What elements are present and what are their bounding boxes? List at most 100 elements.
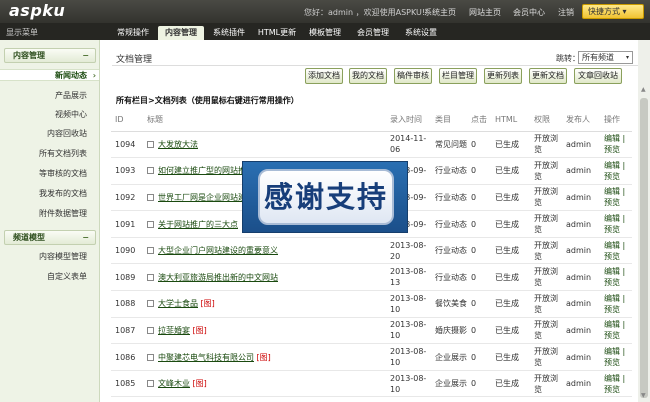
edit-preview-links[interactable]: 编辑 | 预览 (604, 374, 625, 394)
row-checkbox[interactable] (147, 353, 154, 361)
edit-preview-links[interactable]: 编辑 | 预览 (604, 267, 625, 287)
article-recycle-button[interactable]: 文章回收站 (574, 68, 622, 84)
sidebar-item-news[interactable]: 新闻动态 › (0, 69, 99, 81)
tab-routine[interactable]: 常规操作 (110, 26, 156, 40)
table-row[interactable]: 1085 文峰木业 [图] 2013-08-10 企业展示 0 已生成 开放浏览… (111, 370, 632, 398)
row-ops[interactable]: 编辑 | 预览 (600, 343, 632, 371)
logout-link[interactable]: 注销 (558, 7, 574, 18)
sidebar-item-videos[interactable]: 视频中心 (0, 109, 99, 121)
scroll-down-icon[interactable]: ▼ (641, 392, 646, 399)
row-author: admin (562, 317, 600, 345)
tab-content-manage[interactable]: 内容管理 (158, 26, 204, 40)
shortcut-button[interactable]: 快捷方式 ▾ (582, 4, 644, 19)
row-clicks: 0 (467, 131, 491, 159)
column-manage-button[interactable]: 栏目管理 (439, 68, 477, 84)
edit-preview-links[interactable]: 编辑 | 预览 (604, 214, 625, 234)
sidebar-item-attachments[interactable]: 附件数据管理 (0, 208, 99, 220)
row-ops[interactable]: 编辑 | 预览 (600, 210, 632, 238)
row-checkbox[interactable] (147, 220, 154, 228)
row-ops[interactable]: 编辑 | 预览 (600, 237, 632, 265)
system-home-link[interactable]: 系统主页 (424, 7, 456, 18)
row-title-link[interactable]: 大发放大法 (158, 140, 198, 149)
channel-select[interactable]: 所有频道 ▾ (578, 51, 633, 64)
site-home-link[interactable]: 网站主页 (469, 7, 501, 18)
edit-preview-links[interactable]: 编辑 | 预览 (604, 294, 625, 314)
sidebar-item-models[interactable]: 内容模型管理 (0, 251, 99, 263)
row-checkbox[interactable] (147, 300, 154, 308)
show-menu-toggle[interactable]: 显示菜单 (6, 27, 38, 38)
edit-preview-links[interactable]: 编辑 | 预览 (604, 320, 625, 340)
update-docs-button[interactable]: 更新文档 (529, 68, 567, 84)
row-title-link[interactable]: 中聚建芯电气科技有限公司 (158, 353, 254, 362)
row-title-link[interactable]: 关于网站推广的三大点 (158, 220, 238, 229)
row-title-link[interactable]: 拉菲婚宴 (158, 326, 190, 335)
row-category: 婚庆摄影 (431, 317, 467, 345)
row-ops[interactable]: 编辑 | 预览 (600, 290, 632, 318)
table-row[interactable]: 1086 中聚建芯电气科技有限公司 [图] 2013-08-10 企业展示 0 … (111, 343, 632, 371)
tab-settings[interactable]: 系统设置 (398, 26, 444, 40)
sidebar-item-recycle[interactable]: 内容回收站 (0, 128, 99, 140)
row-id: 1093 (111, 157, 143, 185)
table-header: ID 标题 录入时间 类目 点击 HTML 权限 发布人 操作 (111, 109, 632, 132)
row-title-link[interactable]: 大学士食品 (158, 299, 198, 308)
row-ops[interactable]: 编辑 | 预览 (600, 317, 632, 345)
vertical-scrollbar[interactable]: ▲ ▼ (638, 40, 650, 402)
row-clicks: 0 (467, 184, 491, 212)
row-title-link[interactable]: 如何建立推广型的网站推广 (158, 166, 254, 175)
collapse-icon[interactable]: − (82, 49, 89, 62)
sidebar-section-channel[interactable]: 频道模型 − (4, 230, 96, 245)
row-html-status: 已生成 (491, 370, 530, 398)
row-title-link[interactable]: 澳大利亚旅游局推出新的中文网站 (158, 273, 278, 282)
col-author: 发布人 (562, 109, 600, 132)
edit-preview-links[interactable]: 编辑 | 预览 (604, 347, 625, 367)
tab-members[interactable]: 会员管理 (350, 26, 396, 40)
row-checkbox[interactable] (147, 247, 154, 255)
sidebar-item-products[interactable]: 产品展示 (0, 90, 99, 102)
sidebar-item-my-docs[interactable]: 我发布的文档 (0, 188, 99, 200)
row-id: 1092 (111, 184, 143, 212)
row-title-link[interactable]: 世界工厂网是企业网站建设 (158, 193, 254, 202)
sidebar-item-pending[interactable]: 等审核的文档 (0, 168, 99, 180)
row-title-link[interactable]: 文峰木业 (158, 379, 190, 388)
table-row[interactable]: 1087 拉菲婚宴 [图] 2013-08-10 婚庆摄影 0 已生成 开放浏览… (111, 317, 632, 345)
row-html-status: 已生成 (491, 184, 530, 212)
row-checkbox[interactable] (147, 140, 154, 148)
edit-preview-links[interactable]: 编辑 | 预览 (604, 187, 625, 207)
row-checkbox[interactable] (147, 326, 154, 334)
member-center-link[interactable]: 会员中心 (513, 7, 545, 18)
row-ops[interactable]: 编辑 | 预览 (600, 184, 632, 212)
row-title-link[interactable]: 大型企业门户网站建设的重要意义 (158, 246, 278, 255)
table-row[interactable]: 1088 大学士食品 [图] 2013-08-10 餐饮美食 0 已生成 开放浏… (111, 290, 632, 318)
add-doc-button[interactable]: 添加文档 (305, 68, 343, 84)
row-checkbox[interactable] (147, 167, 154, 175)
update-list-button[interactable]: 更新列表 (484, 68, 522, 84)
tab-html-update[interactable]: HTML更新 (254, 26, 300, 40)
scroll-up-icon[interactable]: ▲ (641, 86, 646, 93)
row-date: 2014-11-06 (386, 131, 431, 159)
row-checkbox[interactable] (147, 273, 154, 281)
review-button[interactable]: 稿件审核 (394, 68, 432, 84)
edit-preview-links[interactable]: 编辑 | 预览 (604, 134, 625, 154)
row-id: 1087 (111, 317, 143, 345)
row-checkbox[interactable] (147, 193, 154, 201)
tab-plugins[interactable]: 系统插件 (206, 26, 252, 40)
tab-templates[interactable]: 模板管理 (302, 26, 348, 40)
table-row[interactable]: 1094 大发放大法 2014-11-06 常见问题 0 已生成 开放浏览 ad… (111, 131, 632, 159)
collapse-icon[interactable]: − (82, 231, 89, 244)
scroll-thumb[interactable] (640, 98, 648, 398)
row-ops[interactable]: 编辑 | 预览 (600, 263, 632, 292)
my-docs-button[interactable]: 我的文档 (349, 68, 387, 84)
row-ops[interactable]: 编辑 | 预览 (600, 157, 632, 185)
row-ops[interactable]: 编辑 | 预览 (600, 370, 632, 398)
edit-preview-links[interactable]: 编辑 | 预览 (604, 241, 625, 261)
table-row[interactable]: 1089 澳大利亚旅游局推出新的中文网站 2013-08-13 行业动态 0 已… (111, 263, 632, 292)
sidebar-item-all-docs[interactable]: 所有文档列表 (0, 148, 99, 160)
row-checkbox[interactable] (147, 380, 154, 388)
row-ops[interactable]: 编辑 | 预览 (600, 131, 632, 159)
sidebar-item-custom-forms[interactable]: 自定义表单 (0, 271, 99, 283)
sidebar-section-content[interactable]: 内容管理 − (4, 48, 96, 63)
edit-preview-links[interactable]: 编辑 | 预览 (604, 161, 625, 181)
table-row[interactable]: 1090 大型企业门户网站建设的重要意义 2013-08-20 行业动态 0 已… (111, 237, 632, 265)
col-permission: 权限 (530, 109, 562, 132)
row-category: 企业展示 (431, 370, 467, 398)
